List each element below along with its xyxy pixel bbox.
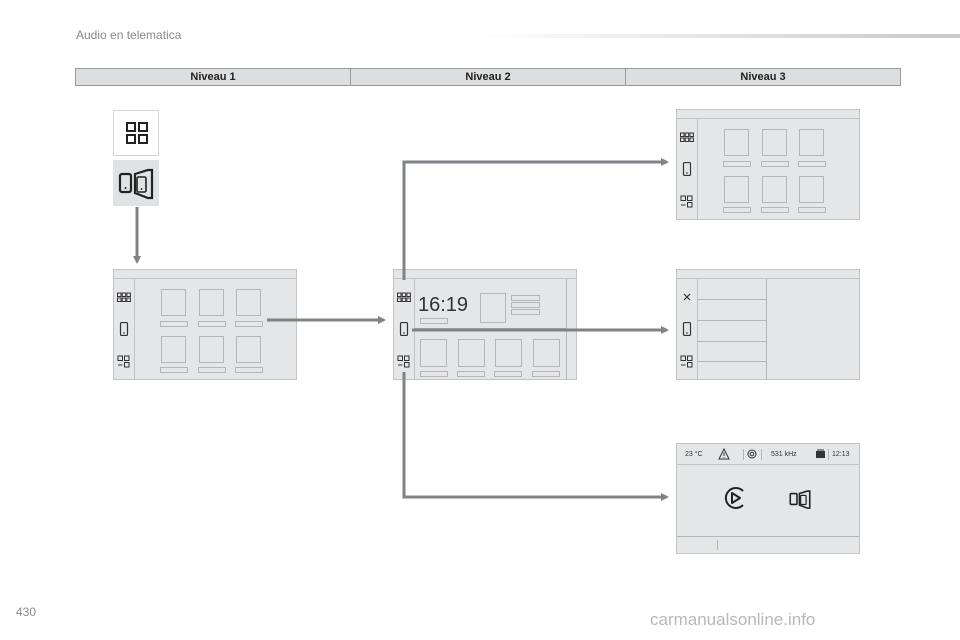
navigation-flow-arrows (133, 158, 669, 501)
arrow-home-to-apps-level3 (402, 158, 669, 280)
page-number: 430 (16, 605, 37, 619)
watermark: carmanualsonline.info (650, 610, 816, 629)
arrow-home-to-player (402, 372, 669, 501)
